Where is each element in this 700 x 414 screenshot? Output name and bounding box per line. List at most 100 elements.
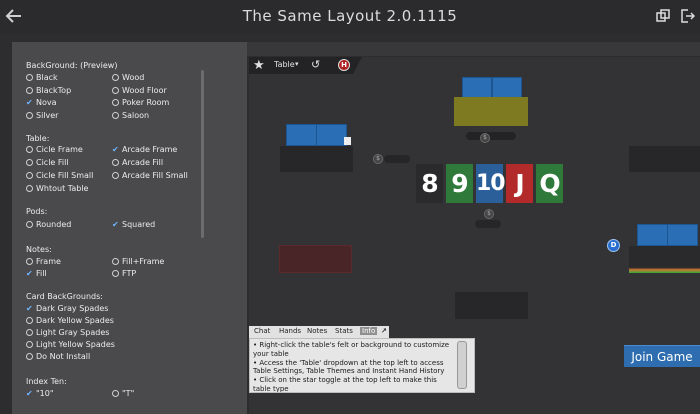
option-blacktop[interactable]: BlackTop — [26, 86, 71, 96]
option-label: Saloon — [122, 111, 150, 120]
option-label: Fill+Frame — [122, 257, 165, 266]
option-rounded[interactable]: Rounded — [26, 220, 71, 230]
option-light-gray-spades[interactable]: Light Gray Spades — [26, 328, 109, 338]
radio-icon — [112, 87, 119, 94]
option-saloon[interactable]: Saloon — [112, 111, 149, 121]
option-fill-frame[interactable]: Fill+Frame — [112, 257, 164, 267]
option-ftp[interactable]: FTP — [112, 269, 136, 279]
option-label: Arcade Frame — [122, 145, 178, 154]
option-label: Dark Yellow Spades — [36, 316, 114, 325]
exit-icon[interactable] — [679, 8, 695, 24]
option-wood[interactable]: Wood — [112, 73, 144, 83]
option-silver[interactable]: Silver — [26, 111, 58, 121]
board-card: 8 — [416, 164, 443, 203]
option-label: Whtout Table — [36, 184, 89, 193]
popout-windows-icon[interactable] — [655, 8, 671, 24]
background-strip — [197, 42, 700, 56]
settings-scrollbar[interactable] — [201, 70, 204, 238]
pods-heading: Pods: — [26, 207, 48, 216]
undo-icon[interactable]: ↺ — [311, 58, 320, 71]
seat-pod-lower-left[interactable] — [279, 245, 352, 273]
seat-card-back — [462, 77, 492, 98]
tab-hands[interactable]: Hands — [279, 327, 301, 335]
option-label: Black — [36, 73, 58, 82]
info-line: • Right-click the table's felt or backgr… — [253, 341, 450, 358]
option-frame[interactable]: Frame — [26, 257, 61, 267]
radio-icon — [26, 172, 33, 179]
checkmark-icon: ✔ — [112, 145, 119, 154]
seat-card-back — [667, 224, 698, 246]
option-label: Frame — [36, 257, 61, 266]
seat-pod-bottom[interactable] — [455, 292, 528, 319]
seat-pod-right-top[interactable] — [629, 146, 700, 172]
popout-arrow-icon[interactable]: ↗ — [381, 327, 387, 335]
option-arcade-frame[interactable]: ✔ Arcade Frame — [112, 145, 177, 155]
radio-icon — [26, 329, 33, 336]
tab-chat[interactable]: Chat — [254, 327, 270, 335]
option-arcade-fill-small[interactable]: Arcade Fill Small — [112, 171, 188, 181]
option-do-not-install[interactable]: Do Not Install — [26, 352, 90, 362]
option-dark-yellow-spades[interactable]: Dark Yellow Spades — [26, 316, 114, 326]
info-panel: • Right-click the table's felt or backgr… — [249, 338, 475, 393]
checkmark-icon: ✔ — [26, 269, 33, 278]
option-index-t[interactable]: "T" — [112, 389, 134, 399]
option-without-table[interactable]: Whtout Table — [26, 184, 88, 194]
option-light-yellow-spades[interactable]: Light Yellow Spades — [26, 340, 115, 350]
table-dropdown[interactable]: Table — [274, 60, 295, 69]
checkmark-icon: ✔ — [26, 98, 33, 107]
star-favorite-icon[interactable]: ★ — [253, 58, 265, 73]
tab-info[interactable]: Info — [360, 327, 378, 335]
chevron-down-icon[interactable]: ▾ — [295, 60, 299, 68]
option-arcade-fill[interactable]: Arcade Fill — [112, 158, 163, 168]
radio-icon — [112, 99, 119, 106]
bet-bar — [384, 155, 410, 163]
option-nova[interactable]: ✔ Nova — [26, 98, 57, 108]
checkmark-icon: ✔ — [26, 389, 33, 398]
board-card: 9 — [446, 164, 473, 203]
seat-pod-top[interactable] — [454, 97, 528, 126]
option-label: Dark Gray Spades — [36, 304, 109, 313]
tab-notes[interactable]: Notes — [307, 327, 327, 335]
radio-icon — [26, 87, 33, 94]
table-heading: Table: — [26, 134, 50, 143]
radio-icon — [112, 258, 119, 265]
option-label: Fill — [36, 269, 47, 278]
tab-stats[interactable]: Stats — [335, 327, 353, 335]
option-label: Cicle Fill — [36, 158, 69, 167]
option-label: Cicle Frame — [36, 145, 83, 154]
hand-history-icon[interactable]: H — [338, 59, 350, 71]
radio-icon — [26, 159, 33, 166]
option-cicle-fill-small[interactable]: Cicle Fill Small — [26, 171, 93, 181]
option-label: Silver — [36, 111, 59, 120]
dealer-chip-icon: $ — [480, 133, 490, 143]
option-squared[interactable]: ✔ Squared — [112, 220, 155, 230]
join-game-button[interactable]: Join Game — [624, 345, 700, 367]
info-scrollbar[interactable] — [457, 341, 467, 389]
info-line: • Click on the star toggle at the top le… — [253, 376, 437, 393]
option-cicle-fill[interactable]: Cicle Fill — [26, 158, 69, 168]
notes-heading: Notes: — [26, 245, 52, 254]
seat-card-back — [316, 124, 347, 146]
radio-icon — [26, 221, 33, 228]
bet-chip-icon: $ — [373, 154, 383, 164]
radio-icon — [26, 74, 33, 81]
seat-pod-left[interactable] — [280, 146, 353, 172]
radio-icon — [26, 258, 33, 265]
seat-name-bar — [466, 132, 516, 140]
radio-icon — [112, 74, 119, 81]
option-black[interactable]: Black — [26, 73, 58, 83]
option-poker-room[interactable]: Poker Room — [112, 98, 169, 108]
option-label: Do Not Install — [36, 352, 91, 361]
option-dark-gray-spades[interactable]: ✔ Dark Gray Spades — [26, 304, 108, 314]
seat-pod-right[interactable] — [629, 246, 700, 273]
radio-icon — [26, 112, 33, 119]
card-backgrounds-heading: Card BackGrounds: — [26, 292, 103, 301]
radio-icon — [26, 146, 33, 153]
option-wood-floor[interactable]: Wood Floor — [112, 86, 167, 96]
option-label: Wood — [122, 73, 145, 82]
option-index-10[interactable]: ✔ "10" — [26, 389, 54, 399]
option-label: Light Yellow Spades — [36, 340, 115, 349]
option-cicle-frame[interactable]: Cicle Frame — [26, 145, 83, 155]
background-heading: BackGround: (Preview) — [26, 61, 118, 70]
option-fill[interactable]: ✔ Fill — [26, 269, 47, 279]
